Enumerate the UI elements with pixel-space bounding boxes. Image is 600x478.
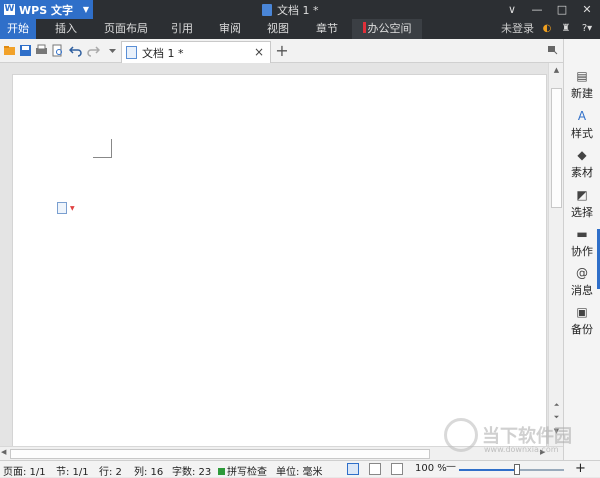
spell-check-label: 拼写检查	[227, 467, 267, 478]
open-icon[interactable]	[3, 44, 16, 57]
paragraph-icon	[57, 202, 67, 214]
spell-check-button[interactable]: 拼写检查	[218, 463, 267, 478]
side-new-label: 新建	[571, 87, 593, 100]
web-view-icon[interactable]	[391, 463, 403, 475]
menu-bar: 开始 插入 页面布局 引用 审阅 视图 章节 办公空间 未登录 ◐ ♜ ?▾	[0, 19, 600, 39]
outline-view-icon[interactable]	[369, 463, 381, 475]
panel-toggle-icon[interactable]	[548, 45, 558, 55]
close-tab-icon[interactable]: ×	[254, 45, 264, 59]
window-title-text: 文档 1 *	[277, 4, 319, 17]
side-style-button[interactable]: A 样式	[564, 109, 600, 141]
side-backup-label: 备份	[571, 323, 593, 336]
office-space-icon	[362, 22, 366, 33]
zoom-out-button[interactable]: —	[446, 461, 456, 472]
scroll-left-icon[interactable]: ◀	[1, 448, 6, 456]
watermark-icon	[444, 418, 478, 452]
tab-view[interactable]: 视图	[260, 19, 296, 39]
close-button[interactable]: ✕	[575, 0, 599, 19]
status-page[interactable]: 页面: 1/1	[3, 463, 46, 478]
print-icon[interactable]	[35, 44, 48, 57]
zoom-slider[interactable]	[459, 464, 564, 475]
side-collab-label: 协作	[571, 245, 593, 258]
shirt-icon[interactable]: ♜	[560, 23, 572, 35]
new-doc-icon: ▤	[576, 69, 588, 83]
material-icon: ◆	[577, 148, 587, 162]
tab-page-layout[interactable]: 页面布局	[98, 19, 154, 39]
backup-icon: ▣	[576, 305, 588, 319]
collapse-ribbon-button[interactable]: ∨	[500, 0, 524, 19]
skin-icon[interactable]: ◐	[541, 23, 553, 35]
watermark-url: www.downxia.com	[484, 445, 559, 454]
status-section: 节: 1/1	[56, 467, 89, 478]
spell-check-icon	[218, 468, 225, 475]
wps-logo-icon: W	[4, 4, 15, 15]
side-new-button[interactable]: ▤ 新建	[564, 69, 600, 101]
document-icon	[262, 4, 272, 16]
tab-office-space-label: 办公空间	[367, 22, 412, 35]
help-menu-icon[interactable]: ?▾	[578, 23, 596, 35]
app-menu-button[interactable]: W WPS 文字 ▼	[0, 0, 93, 19]
vertical-scrollbar[interactable]: ▲ ⏶ ⏷ ▼	[548, 63, 563, 446]
horizontal-scroll-thumb[interactable]	[10, 449, 430, 459]
document-workspace: ▼ ▲ ⏶ ⏷ ▼	[0, 63, 563, 447]
side-select-button[interactable]: ◩ 选择	[564, 188, 600, 220]
save-icon[interactable]	[19, 44, 32, 57]
chevron-down-icon: ▼	[82, 5, 89, 14]
zoom-level[interactable]: 100 %	[415, 463, 447, 474]
select-icon: ◩	[576, 188, 588, 202]
side-select-label: 选择	[571, 206, 593, 219]
tab-office-space[interactable]: 办公空间	[352, 19, 422, 39]
paragraph-layout-button[interactable]: ▼	[57, 202, 75, 214]
tab-insert[interactable]: 插入	[48, 19, 84, 39]
zoom-in-button[interactable]: +	[575, 461, 586, 476]
redo-icon[interactable]	[87, 44, 100, 57]
side-collab-button[interactable]: ▬ 协作	[564, 227, 600, 259]
side-panel: ▤ 新建 A 样式 ◆ 素材 ◩ 选择 ▬ 协作 @ 消息 ▣ 备份	[563, 39, 600, 460]
tab-review[interactable]: 审阅	[212, 19, 248, 39]
tab-chapter[interactable]: 章节	[309, 19, 345, 39]
login-status[interactable]: 未登录	[501, 19, 534, 39]
status-bar: 页面: 1/1 节: 1/1 行: 2 列: 16 字数: 23 拼写检查 单位…	[0, 460, 600, 478]
status-unit[interactable]: 单位: 毫米	[276, 463, 323, 478]
page-view-icon[interactable]	[347, 463, 359, 475]
side-message-label: 消息	[571, 284, 593, 297]
side-backup-button[interactable]: ▣ 备份	[564, 305, 600, 337]
vertical-scroll-thumb[interactable]	[551, 88, 562, 208]
zoom-slider-thumb[interactable]	[514, 464, 520, 475]
document-tab[interactable]: 文档 1 * ×	[121, 41, 271, 63]
side-message-button[interactable]: @ 消息	[564, 266, 600, 298]
tab-home[interactable]: 开始	[0, 19, 36, 39]
status-col: 列: 16	[134, 467, 164, 478]
style-icon: A	[577, 109, 587, 123]
undo-icon[interactable]	[69, 44, 82, 57]
minimize-button[interactable]: —	[525, 0, 549, 19]
document-page[interactable]: ▼	[12, 74, 547, 447]
at-icon: @	[576, 266, 588, 280]
new-tab-button[interactable]: +	[274, 42, 290, 60]
collab-icon: ▬	[576, 227, 588, 241]
more-icon[interactable]	[106, 44, 119, 57]
scroll-up-icon[interactable]: ▲	[549, 66, 564, 74]
maximize-button[interactable]: □	[550, 0, 574, 19]
side-material-label: 素材	[571, 166, 593, 179]
margin-corner-mark	[93, 139, 112, 158]
preview-icon[interactable]	[51, 44, 64, 57]
document-icon	[126, 46, 137, 59]
help-label: ?	[581, 23, 588, 34]
status-row: 行: 2	[99, 467, 122, 478]
zoom-slider-fill	[459, 469, 517, 471]
window-title: 文档 1 *	[262, 2, 319, 18]
title-bar: W WPS 文字 ▼ 文档 1 * ∨ — □ ✕	[0, 0, 600, 19]
side-style-label: 样式	[571, 127, 593, 140]
quick-toolbar: 文档 1 * × +	[0, 39, 600, 63]
chevron-down-icon: ▼	[70, 204, 75, 212]
scroll-up-page-icon[interactable]: ⏶	[549, 401, 564, 410]
app-name: WPS 文字	[19, 3, 73, 17]
status-word-count[interactable]: 字数: 23	[172, 463, 211, 478]
side-material-button[interactable]: ◆ 素材	[564, 148, 600, 180]
tab-references[interactable]: 引用	[164, 19, 200, 39]
document-tab-label: 文档 1 *	[142, 46, 184, 60]
